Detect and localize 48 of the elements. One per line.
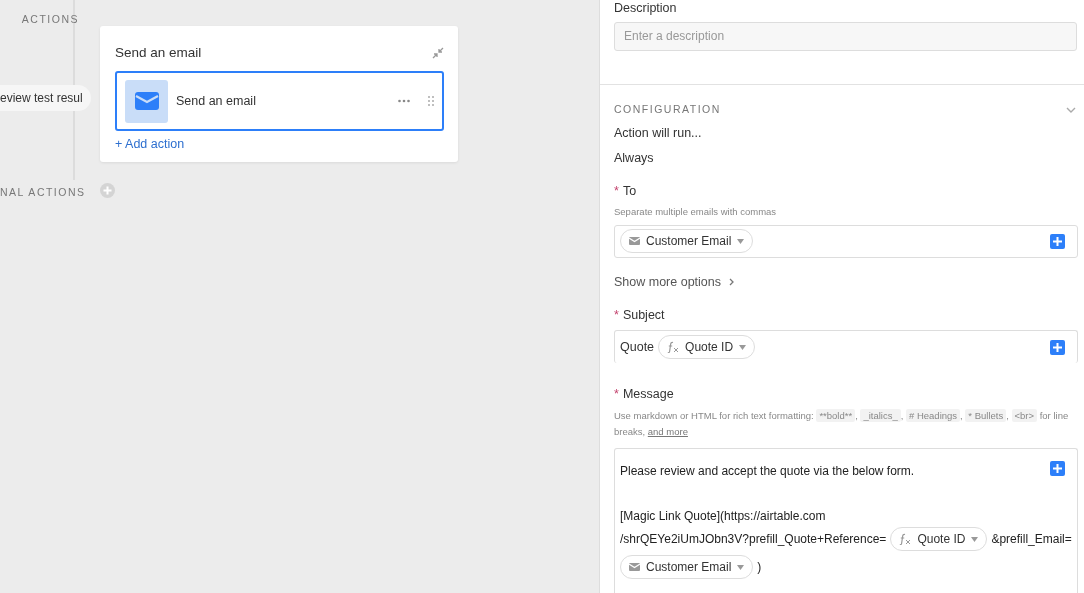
caret-icon[interactable] — [737, 564, 745, 570]
chevron-right-icon — [729, 278, 734, 287]
hint-text: Separate multiple emails with commas — [614, 204, 778, 219]
formula-icon — [899, 533, 912, 545]
drag-handle-icon[interactable] — [428, 96, 434, 107]
add-field-button[interactable] — [1050, 461, 1065, 476]
more-icon[interactable] — [398, 99, 410, 104]
field-label: * Subject — [614, 306, 666, 324]
description-field[interactable]: Enter a description — [614, 21, 1077, 51]
message-text: Please review and accept the quote via the below form. — [620, 463, 915, 480]
hint-text: Use markdown or HTML for rich text formatting: **bold** , _italics_ , # Headings , * Bullets , <br> for line breaks, and more — [614, 408, 1070, 439]
field-label: * To — [614, 183, 638, 200]
show-more-link[interactable]: Show more options — [614, 272, 734, 292]
formula-token[interactable]: Quote ID — [890, 527, 988, 551]
to-field[interactable]: Customer Email — [614, 224, 1078, 258]
message-text: &prefill_Email= — [991, 531, 1072, 548]
caret-icon[interactable] — [971, 536, 979, 542]
formula-icon — [667, 341, 680, 354]
run-value: Always — [614, 150, 655, 168]
more-link[interactable]: and more — [647, 426, 688, 437]
action-label: Send an email — [176, 92, 256, 110]
formula-token[interactable]: Quote ID — [658, 335, 756, 360]
collapse-icon[interactable] — [432, 47, 444, 60]
message-field[interactable]: Please review and accept the quote via the below form. [Magic Link Quote](https://airtable.com /shrQEYe2iUmJObn3V?prefill_Quote+Reference= Quote ID &prefill_Email= Customer Email ) — [614, 448, 1078, 593]
caret-icon[interactable] — [739, 344, 747, 350]
add-field-button[interactable] — [1050, 339, 1065, 355]
section-label: NAL ACTIONS — [0, 185, 86, 200]
add-icon[interactable] — [100, 183, 115, 198]
message-text: /shrQEYe2iUmJObn3V?prefill_Quote+Reference= — [620, 531, 887, 548]
run-label: Action will run... — [614, 124, 703, 142]
envelope-icon — [629, 237, 640, 246]
email-token[interactable]: Customer Email — [620, 229, 754, 254]
envelope-icon — [629, 563, 640, 571]
email-action-icon — [125, 79, 168, 123]
field-label: Description — [614, 0, 678, 17]
chevron-icon[interactable] — [1066, 106, 1076, 113]
action-row[interactable]: Send an email — [115, 71, 444, 132]
field-label: * Message — [614, 386, 675, 404]
add-action-link[interactable]: + Add action — [115, 135, 185, 154]
add-field-button[interactable] — [1050, 233, 1065, 249]
trigger-pill[interactable]: eview test resul — [0, 85, 91, 111]
card-title: Send an email — [115, 44, 202, 62]
section-label: ACTIONS — [21, 12, 79, 27]
message-text: ) — [757, 559, 762, 576]
email-token[interactable]: Customer Email — [620, 555, 754, 579]
section-heading: CONFIGURATION — [614, 101, 721, 117]
message-text: [Magic Link Quote](https://airtable.com — [620, 508, 826, 525]
caret-icon[interactable] — [737, 238, 745, 244]
